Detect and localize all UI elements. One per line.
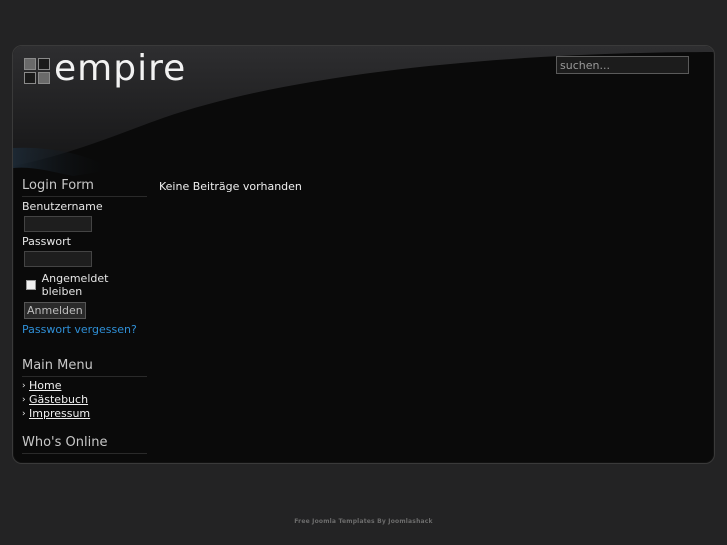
menu-link-imprint[interactable]: Impressum bbox=[29, 407, 90, 421]
page-frame: empire Login Form Benutzername Passwort … bbox=[12, 45, 715, 464]
forgot-password-link[interactable]: Passwort vergessen? bbox=[22, 323, 147, 336]
remember-me-checkbox[interactable] bbox=[26, 280, 36, 290]
chevron-right-icon: › bbox=[22, 395, 26, 405]
login-form-title: Login Form bbox=[22, 178, 147, 197]
content-message: Keine Beiträge vorhanden bbox=[159, 180, 302, 193]
login-button[interactable]: Anmelden bbox=[24, 302, 86, 319]
footer-credit[interactable]: Free Joomla Templates By Joomlashack bbox=[0, 518, 727, 525]
main-menu-title: Main Menu bbox=[22, 358, 147, 377]
password-field[interactable] bbox=[24, 251, 92, 267]
username-field[interactable] bbox=[24, 216, 92, 232]
whos-online-module: Who's Online bbox=[22, 435, 147, 454]
menu-item-guestbook: › Gästebuch bbox=[22, 393, 147, 407]
menu-link-home[interactable]: Home bbox=[29, 379, 61, 393]
whos-online-title: Who's Online bbox=[22, 435, 147, 454]
chevron-right-icon: › bbox=[22, 409, 26, 419]
login-module: Login Form Benutzername Passwort Angemel… bbox=[22, 178, 147, 336]
remember-me-label: Angemeldet bleiben bbox=[41, 272, 109, 298]
menu-link-guestbook[interactable]: Gästebuch bbox=[29, 393, 88, 407]
remember-me-row: Angemeldet bleiben bbox=[22, 272, 147, 298]
search-input[interactable] bbox=[556, 56, 689, 74]
logo-text: empire bbox=[54, 48, 187, 89]
site-logo[interactable]: empire bbox=[24, 51, 186, 87]
main-menu-module: Main Menu › Home › Gästebuch › Impressum bbox=[22, 358, 147, 421]
menu-item-imprint: › Impressum bbox=[22, 407, 147, 421]
username-label: Benutzername bbox=[22, 200, 103, 213]
sidebar: Login Form Benutzername Passwort Angemel… bbox=[22, 178, 147, 454]
main-menu-list: › Home › Gästebuch › Impressum bbox=[22, 379, 147, 421]
chevron-right-icon: › bbox=[22, 381, 26, 391]
password-label: Passwort bbox=[22, 235, 71, 248]
menu-item-home: › Home bbox=[22, 379, 147, 393]
logo-squares-icon bbox=[24, 58, 50, 84]
